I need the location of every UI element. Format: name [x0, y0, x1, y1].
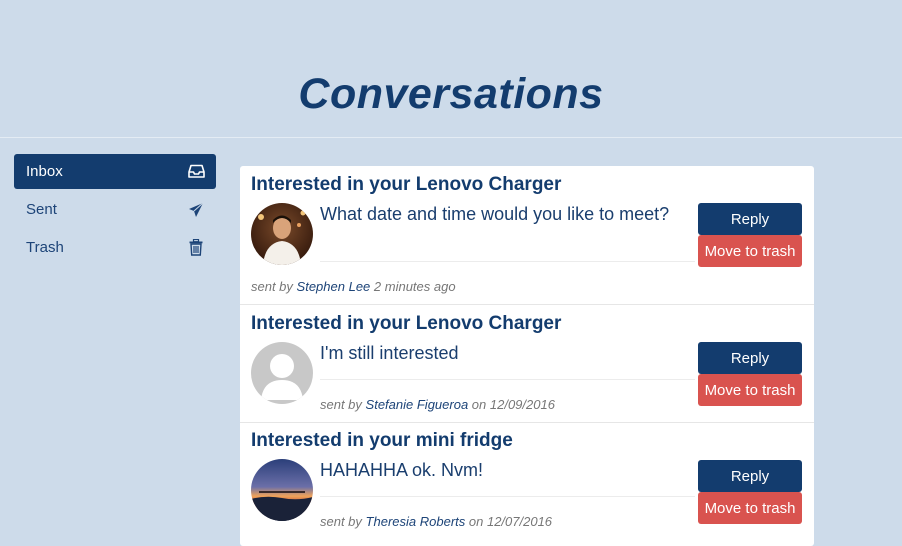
- message-text: I'm still interested: [320, 343, 459, 363]
- message-meta: sent by Theresia Roberts on 12/07/2016: [320, 514, 552, 529]
- sidebar-item-label: Sent: [26, 201, 57, 218]
- message-time: 2 minutes ago: [373, 279, 456, 294]
- avatar: [251, 342, 313, 404]
- message-time: on 12/07/2016: [468, 514, 553, 529]
- message-meta: sent by Stephen Lee 2 minutes ago: [251, 279, 456, 294]
- sidebar-item-label: Trash: [26, 239, 64, 256]
- move-to-trash-button[interactable]: Move to trash: [698, 374, 802, 406]
- conversation-subject: Interested in your mini fridge: [251, 430, 513, 451]
- reply-button[interactable]: Reply: [698, 460, 802, 492]
- page-title: Conversations: [298, 70, 604, 118]
- message-divider: [320, 261, 695, 262]
- sidebar: Inbox Sent Trash: [14, 154, 216, 268]
- conversation-item: Interested in your Lenovo Charger What d…: [240, 166, 814, 305]
- message-divider: [320, 496, 695, 497]
- sent-by-label: sent by: [251, 279, 293, 294]
- move-to-trash-button[interactable]: Move to trash: [698, 235, 802, 267]
- message-time: on 12/09/2016: [471, 397, 555, 412]
- conversation-item: Interested in your Lenovo Charger I'm st…: [240, 305, 814, 423]
- sidebar-item-label: Inbox: [26, 163, 63, 180]
- conversation-item: Interested in your mini fridge HAHAHHA o: [240, 423, 814, 546]
- paper-plane-icon: [187, 201, 205, 219]
- conversation-subject: Interested in your Lenovo Charger: [251, 313, 562, 334]
- sent-by-label: sent by: [320, 397, 362, 412]
- conversation-subject: Interested in your Lenovo Charger: [251, 174, 562, 195]
- move-to-trash-button[interactable]: Move to trash: [698, 492, 802, 524]
- avatar: [251, 459, 313, 521]
- sender-name[interactable]: Theresia Roberts: [366, 514, 466, 529]
- trash-icon: [187, 239, 205, 257]
- sent-by-label: sent by: [320, 514, 362, 529]
- page-header: Conversations: [0, 0, 902, 138]
- sidebar-item-inbox[interactable]: Inbox: [14, 154, 216, 189]
- inbox-icon: [187, 163, 205, 181]
- message-meta: sent by Stefanie Figueroa on 12/09/2016: [320, 397, 555, 412]
- conversation-list: Interested in your Lenovo Charger What d…: [240, 166, 814, 546]
- message-divider: [320, 379, 695, 380]
- reply-button[interactable]: Reply: [698, 203, 802, 235]
- message-text: What date and time would you like to mee…: [320, 204, 670, 224]
- sidebar-item-trash[interactable]: Trash: [14, 230, 216, 265]
- reply-button[interactable]: Reply: [698, 342, 802, 374]
- avatar: [251, 203, 313, 265]
- message-text: HAHAHHA ok. Nvm!: [320, 460, 484, 480]
- sender-name[interactable]: Stephen Lee: [297, 279, 371, 294]
- sidebar-item-sent[interactable]: Sent: [14, 192, 216, 227]
- sender-name[interactable]: Stefanie Figueroa: [366, 397, 469, 412]
